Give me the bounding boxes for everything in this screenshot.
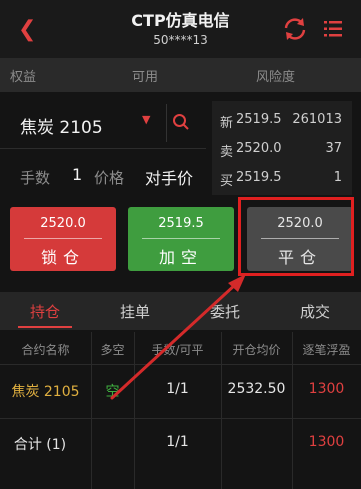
header-pnl: 逐笔浮盈 [302, 343, 351, 357]
tab-positions[interactable]: 持仓 [0, 301, 90, 322]
equity-label: 权益 [10, 70, 37, 85]
position-direction: 空 [105, 384, 120, 400]
search-icon[interactable] [172, 113, 190, 131]
quote-volume-last: 261013 [292, 112, 342, 127]
annotation-highlight-box [238, 197, 354, 276]
quote-volume-ask: 37 [325, 141, 342, 156]
short-label: 加空 [158, 248, 203, 267]
header-contract: 合约名称 [21, 343, 70, 357]
lock-label: 锁仓 [40, 248, 85, 267]
price-input[interactable]: 对手价 [145, 165, 193, 189]
refresh-icon[interactable] [282, 16, 308, 42]
risk-label: 风险度 [256, 70, 296, 85]
header-qty: 手数/可平 [151, 343, 204, 357]
header-avg-price: 开仓均价 [232, 343, 281, 357]
header-direction: 多空 [100, 343, 125, 357]
row-divider [0, 364, 361, 365]
tab-orders[interactable]: 委托 [180, 301, 270, 322]
active-tab-indicator [18, 326, 72, 328]
add-short-button[interactable]: 2519.5 加空 [128, 207, 234, 271]
menu-icon[interactable] [324, 20, 342, 38]
quote-label-ask: 卖 [220, 145, 234, 160]
quote-label-bid: 买 [220, 174, 234, 189]
lock-price: 2520.0 [40, 216, 86, 231]
total-label: 合计 (1) [13, 437, 67, 453]
total-qty: 1/1 [166, 434, 189, 450]
dropdown-icon[interactable]: ▼ [142, 113, 150, 126]
button-divider [142, 238, 220, 239]
available-label: 可用 [132, 70, 159, 85]
short-price: 2519.5 [158, 216, 204, 231]
button-divider [24, 238, 102, 239]
position-avg-price: 2532.50 [227, 381, 286, 397]
total-pnl: 1300 [308, 434, 345, 450]
quote-label-last: 新 [220, 116, 234, 131]
tab-trades[interactable]: 成交 [270, 301, 360, 322]
lock-position-button[interactable]: 2520.0 锁仓 [10, 207, 116, 271]
row-divider [0, 418, 361, 419]
quote-volume-bid: 1 [333, 170, 342, 185]
position-pnl: 1300 [308, 381, 345, 397]
position-contract[interactable]: 焦炭 2105 [0, 381, 91, 401]
position-qty: 1/1 [166, 381, 189, 397]
contract-selector[interactable]: 焦炭 2105 [20, 113, 103, 138]
tab-pending[interactable]: 挂单 [90, 301, 180, 322]
account-summary-bar [0, 58, 361, 92]
divider [0, 148, 206, 149]
qty-input[interactable]: 1 [72, 165, 82, 184]
price-label: 价格 [94, 169, 125, 187]
qty-label: 手数 [20, 169, 51, 187]
